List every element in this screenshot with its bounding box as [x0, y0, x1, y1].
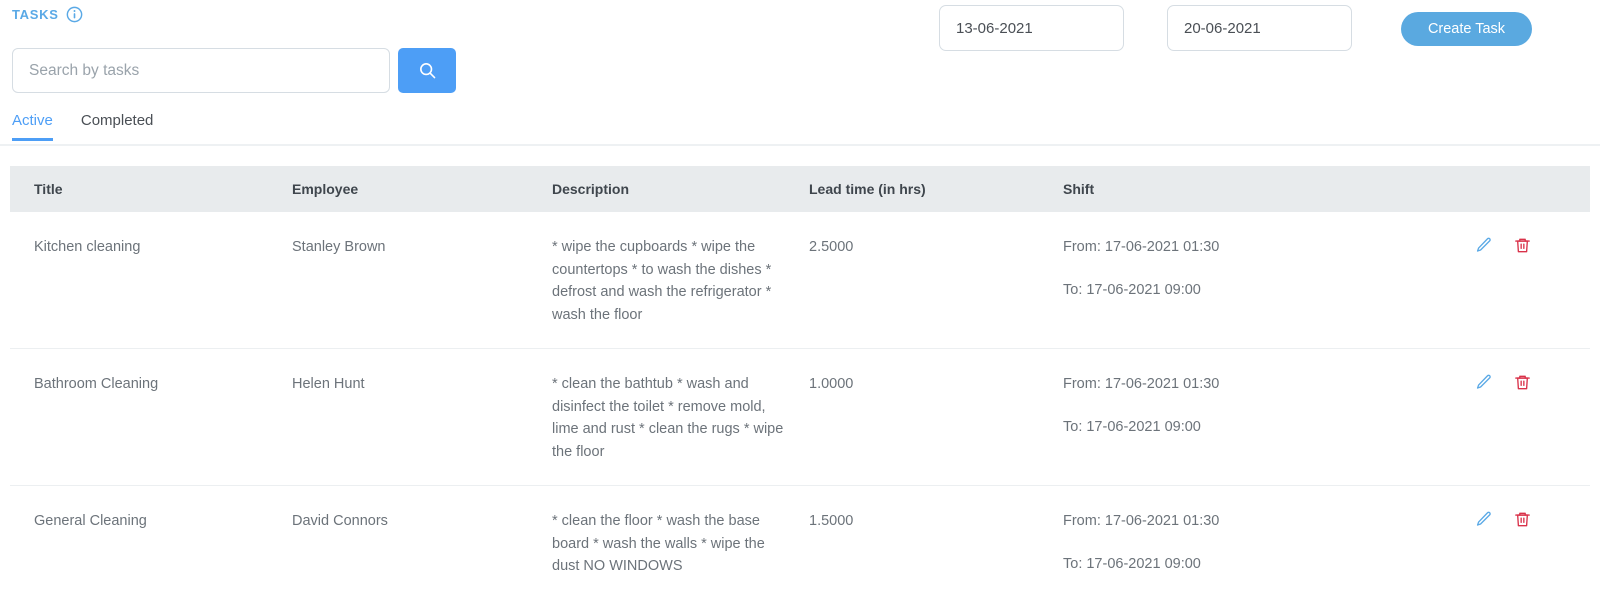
search-bar — [12, 48, 456, 93]
cell-shift: From: 17-06-2021 01:30 To: 17-06-2021 09… — [1039, 373, 1409, 463]
search-button[interactable] — [398, 48, 456, 93]
tasks-table: Title Employee Description Lead time (in… — [10, 166, 1590, 595]
page-title-group: TASKS — [12, 6, 83, 23]
shift-from: From: 17-06-2021 01:30 — [1063, 376, 1220, 392]
date-to-input[interactable]: 20-06-2021 — [1167, 5, 1352, 51]
create-task-label: Create Task — [1427, 21, 1506, 37]
shift-from: From: 17-06-2021 01:30 — [1063, 513, 1220, 529]
info-circle-icon-svg — [66, 6, 82, 23]
info-circle-icon[interactable] — [66, 6, 83, 23]
pencil-icon — [1476, 374, 1491, 389]
delete-task-button[interactable] — [1513, 373, 1532, 392]
cell-lead-time: 1.5000 — [809, 513, 854, 529]
column-header-title: Title — [34, 180, 63, 197]
date-from-value: 13-06-2021 — [956, 19, 1033, 37]
trash-icon — [1515, 238, 1530, 253]
cell-employee: Helen Hunt — [292, 376, 365, 392]
edit-task-button[interactable] — [1474, 373, 1493, 392]
search-input[interactable] — [12, 48, 390, 93]
cell-lead-time: 1.0000 — [809, 376, 854, 392]
cell-employee: David Connors — [292, 513, 388, 529]
tab-bar: Active Completed — [0, 112, 1600, 146]
table-row: General Cleaning David Connors * clean t… — [10, 486, 1590, 595]
table-header-row: Title Employee Description Lead time (in… — [10, 166, 1590, 212]
shift-to: To: 17-06-2021 09:00 — [1063, 555, 1201, 572]
shift-to: To: 17-06-2021 09:00 — [1063, 418, 1201, 435]
cell-title: Bathroom Cleaning — [34, 376, 159, 392]
cell-actions — [1409, 236, 1590, 326]
create-task-button[interactable]: Create Task — [1401, 12, 1532, 46]
tab-completed-label: Completed — [80, 112, 154, 129]
pencil-icon — [1476, 511, 1491, 526]
edit-task-button[interactable] — [1474, 236, 1493, 255]
column-header-description: Description — [552, 180, 630, 197]
cell-description: * clean the floor * wash the base board … — [552, 513, 765, 574]
delete-task-button[interactable] — [1513, 510, 1532, 529]
shift-from: From: 17-06-2021 01:30 — [1063, 239, 1220, 255]
date-to-value: 20-06-2021 — [1184, 19, 1261, 37]
cell-lead-time: 2.5000 — [809, 239, 854, 255]
tab-completed[interactable]: Completed — [81, 112, 154, 139]
date-from-input[interactable]: 13-06-2021 — [939, 5, 1124, 51]
table-row: Bathroom Cleaning Helen Hunt * clean the… — [10, 349, 1590, 486]
table-row: Kitchen cleaning Stanley Brown * wipe th… — [10, 212, 1590, 349]
pencil-icon — [1476, 237, 1491, 252]
cell-shift: From: 17-06-2021 01:30 To: 17-06-2021 09… — [1039, 510, 1409, 584]
cell-description: * clean the bathtub * wash and disinfect… — [552, 376, 784, 460]
tasks-page: TASKS 13-06-2021 20-06-2021 Create Task — [0, 0, 1612, 595]
tab-active[interactable]: Active — [12, 112, 53, 141]
cell-title: General Cleaning — [34, 513, 147, 529]
cell-employee: Stanley Brown — [292, 239, 386, 255]
column-header-shift: Shift — [1063, 180, 1095, 197]
page-title: TASKS — [12, 7, 59, 22]
shift-to: To: 17-06-2021 09:00 — [1063, 281, 1201, 298]
column-header-employee: Employee — [292, 180, 359, 197]
cell-shift: From: 17-06-2021 01:30 To: 17-06-2021 09… — [1039, 236, 1409, 326]
cell-actions — [1409, 373, 1590, 463]
trash-icon — [1515, 512, 1530, 527]
trash-icon — [1515, 375, 1530, 390]
cell-description: * wipe the cupboards * wipe the countert… — [552, 239, 772, 323]
cell-title: Kitchen cleaning — [34, 239, 141, 255]
delete-task-button[interactable] — [1513, 236, 1532, 255]
column-header-lead-time: Lead time (in hrs) — [809, 180, 926, 197]
search-icon — [419, 63, 435, 79]
tab-active-label: Active — [12, 112, 53, 129]
cell-actions — [1409, 510, 1590, 584]
edit-task-button[interactable] — [1474, 510, 1493, 529]
